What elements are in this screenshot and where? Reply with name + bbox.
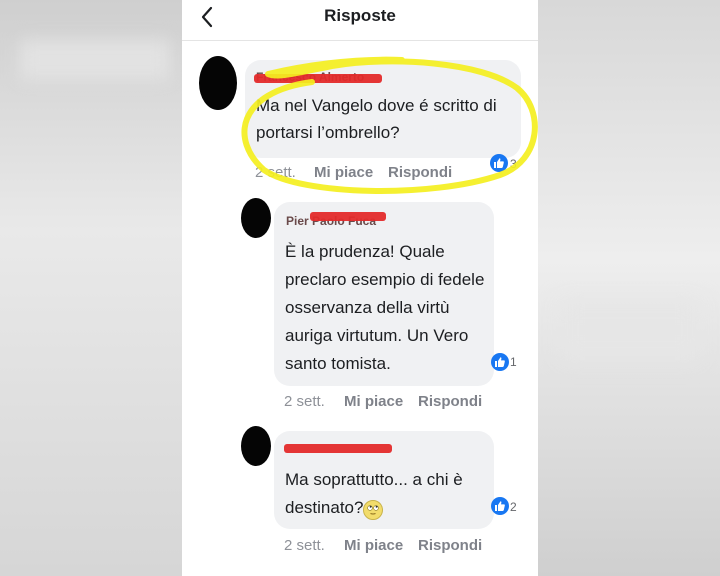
background-right xyxy=(538,0,720,576)
comment-text-line: Ma soprattutto... a chi è xyxy=(285,470,463,489)
comment-time: 2 sett. xyxy=(284,393,325,410)
face-with-rolling-eyes-icon xyxy=(363,500,383,520)
reaction-count: 1 xyxy=(510,355,517,369)
like-button[interactable]: Mi piace xyxy=(344,537,403,554)
like-button[interactable]: Mi piace xyxy=(344,393,403,410)
comment-text-line: auriga virtutum. Un Vero xyxy=(285,326,469,345)
name-redaction xyxy=(310,212,386,221)
avatar[interactable] xyxy=(241,426,271,466)
avatar[interactable] xyxy=(241,198,271,238)
like-reaction-icon[interactable] xyxy=(491,497,509,515)
like-reaction-icon[interactable] xyxy=(491,353,509,371)
replies-screen: Risposte Francesco Almerto Ma nel Vangel… xyxy=(182,0,538,576)
reply-button[interactable]: Rispondi xyxy=(418,393,482,410)
background-left xyxy=(0,0,182,576)
comment-text-line: destinato? xyxy=(285,498,364,517)
comment-text-line: osservanza della virtù xyxy=(285,298,450,317)
comment-text-line: È la prudenza! Quale xyxy=(285,242,445,261)
background-blur xyxy=(20,40,170,80)
reply-button[interactable]: Rispondi xyxy=(418,537,482,554)
comment-text-line: preclaro esempio di fedele xyxy=(285,270,485,289)
reaction-count: 2 xyxy=(510,500,517,514)
comment-time: 2 sett. xyxy=(284,537,325,554)
name-redaction xyxy=(284,444,392,453)
background-blur xyxy=(560,300,700,360)
comment-text-line: santo tomista. xyxy=(285,354,391,373)
